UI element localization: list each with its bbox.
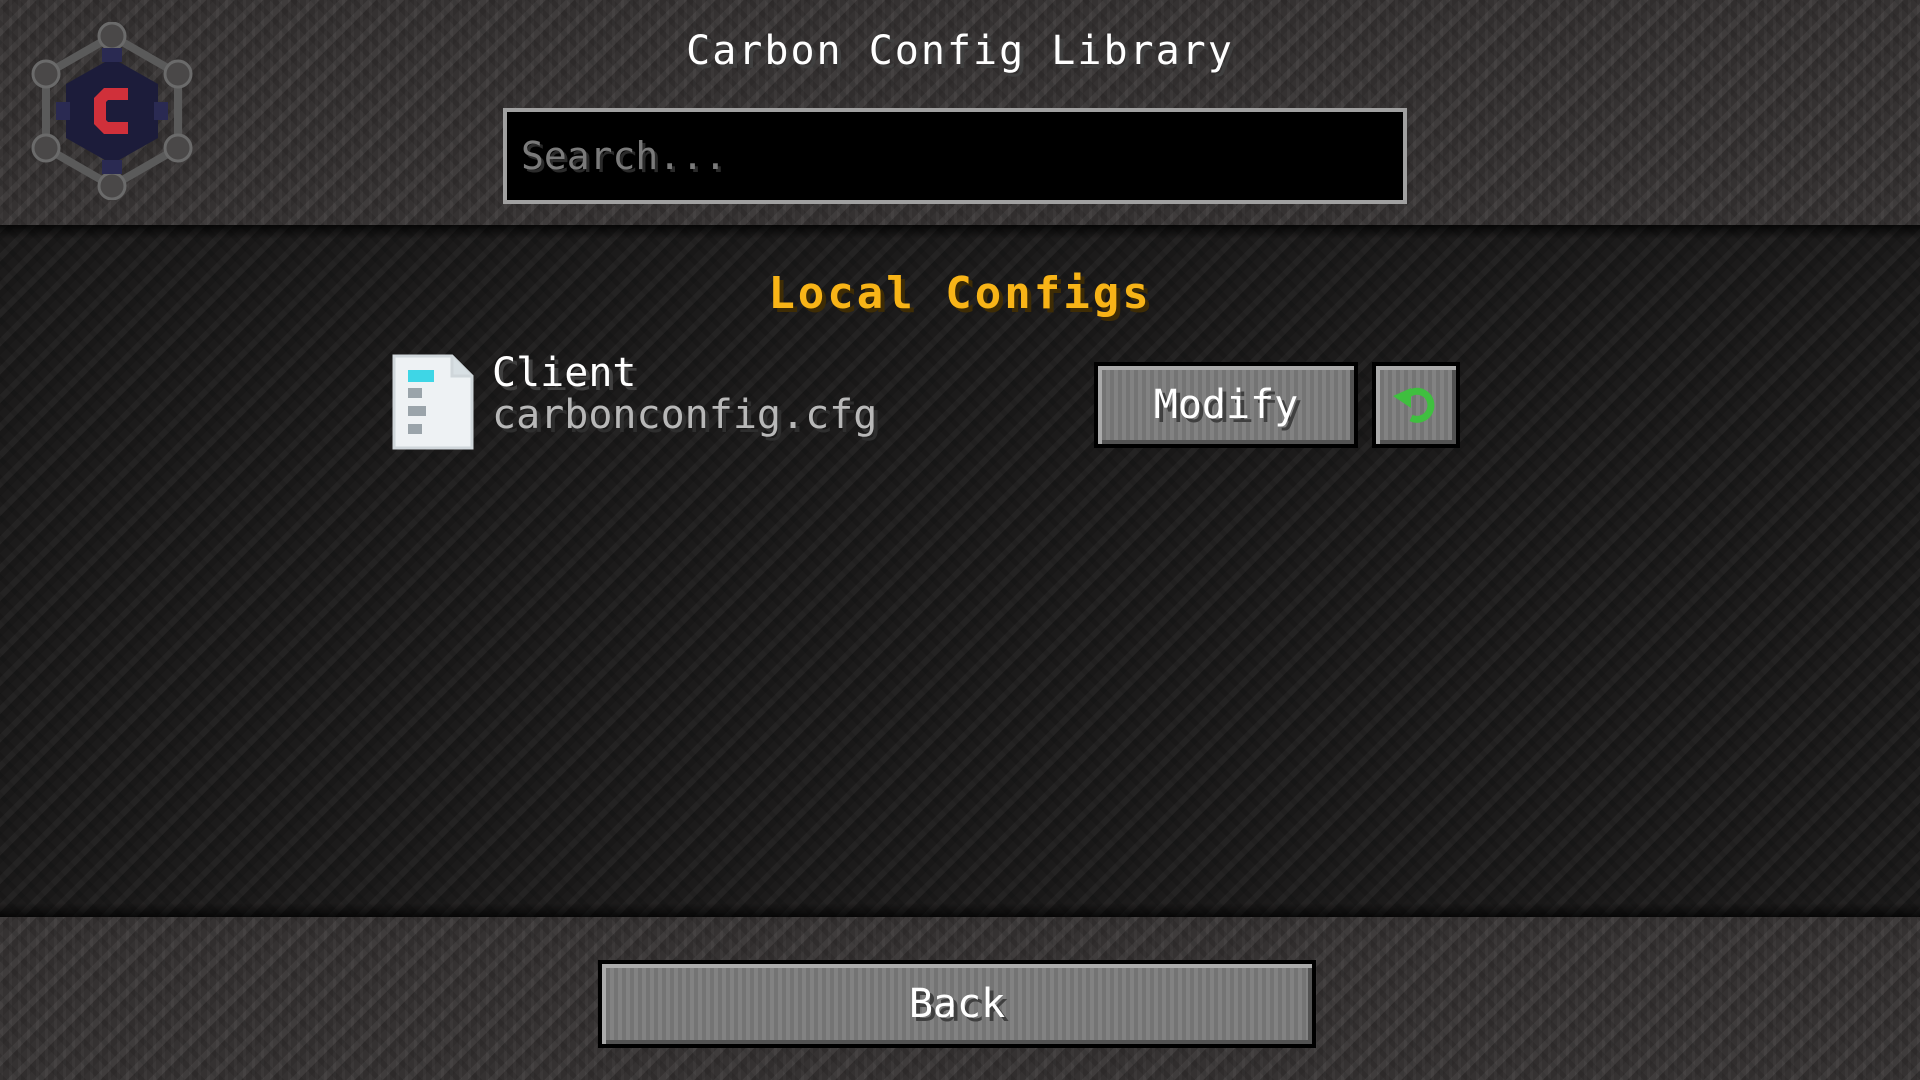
undo-arrow-icon: [1393, 387, 1435, 423]
config-file-icon: [392, 354, 474, 450]
modify-button[interactable]: Modify: [1094, 362, 1358, 448]
search-box[interactable]: [503, 108, 1407, 204]
page-title: Carbon Config Library: [686, 28, 1234, 74]
config-library-screen: Carbon Config Library Local Configs Clie…: [0, 0, 1920, 1080]
list-bottom-shadow: [0, 903, 1920, 917]
reset-config-button[interactable]: [1372, 362, 1460, 448]
list-top-shadow: [0, 225, 1920, 239]
search-input[interactable]: [507, 112, 1403, 200]
section-title: Local Configs: [768, 268, 1152, 319]
back-button[interactable]: Back: [598, 960, 1316, 1048]
config-list-area[interactable]: [0, 225, 1920, 917]
config-name: Client: [492, 350, 637, 396]
config-filename: carbonconfig.cfg: [492, 392, 878, 438]
